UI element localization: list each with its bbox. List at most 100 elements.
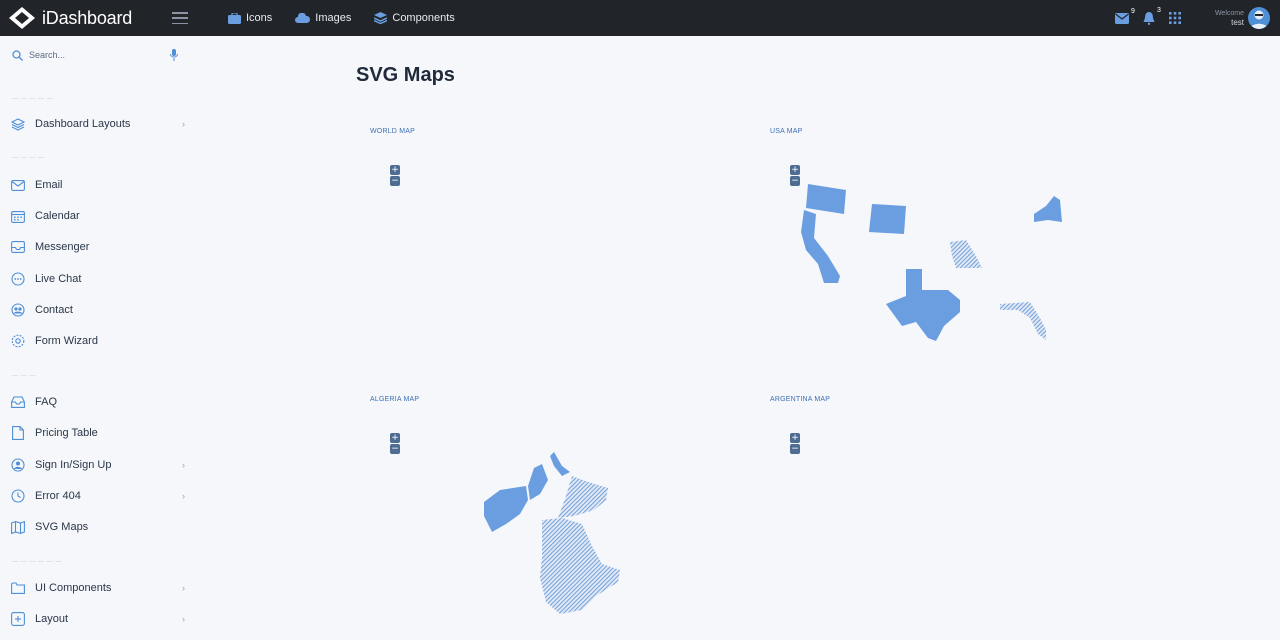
sidebar-item-layout[interactable]: Layout › [10, 609, 185, 629]
folder-icon [10, 580, 26, 596]
sidebar-item-messenger[interactable]: Messenger [10, 237, 185, 257]
mail-count-badge: 9 [1131, 7, 1135, 15]
chevron-right-icon: › [182, 119, 185, 129]
inbox-icon [10, 239, 26, 255]
sidebar-item-live-chat[interactable]: Live Chat [10, 269, 185, 289]
chevron-right-icon: › [182, 583, 185, 593]
apps-button[interactable] [1168, 12, 1181, 24]
users-icon [10, 302, 26, 318]
usa-map[interactable] [756, 128, 1136, 378]
state-oregon[interactable] [806, 184, 846, 214]
province-south[interactable] [540, 518, 620, 614]
sidebar-item-dashboard-layouts[interactable]: Dashboard Layouts › [10, 114, 185, 134]
top-navigation: Icons Images Components [228, 12, 478, 24]
sidebar-item-pricing-table[interactable]: Pricing Table [10, 423, 185, 443]
sidebar-item-calendar[interactable]: Calendar [10, 206, 185, 226]
sidebar-item-label: Live Chat [35, 273, 82, 285]
microphone-icon[interactable] [170, 49, 178, 61]
sidebar-item-label: Contact [35, 304, 73, 316]
state-missouri[interactable] [950, 240, 982, 268]
zoom-controls: + − [390, 165, 400, 187]
sidebar-item-sign-in-sign-up[interactable]: Sign In/Sign Up › [10, 455, 185, 475]
sidebar-item-error-404[interactable]: Error 404 › [10, 486, 185, 506]
search-bar[interactable]: Search... [12, 46, 178, 64]
state-california[interactable] [801, 210, 840, 283]
topnav-icons-label: Icons [246, 12, 273, 24]
add-square-icon [10, 611, 26, 627]
briefcase-icon [228, 12, 241, 24]
map-title: ARGENTINA MAP [770, 396, 831, 403]
envelope-icon [10, 177, 26, 193]
layers-icon [10, 116, 26, 132]
sidebar-item-ui-components[interactable]: UI Components › [10, 578, 185, 598]
chevron-right-icon: › [182, 614, 185, 624]
world-map-card: WORLD MAP + − [356, 128, 736, 378]
page-title: SVG Maps [356, 64, 455, 86]
map-icon [10, 519, 26, 535]
zoom-out-button[interactable]: − [390, 176, 400, 186]
sidebar-item-label: Email [35, 179, 63, 191]
cloud-icon [295, 13, 311, 23]
tray-icon [10, 394, 26, 410]
brand[interactable]: iDashboard [8, 6, 166, 30]
sidebar-item-label: Calendar [35, 210, 80, 222]
search-input[interactable]: Search... [29, 50, 170, 60]
top-navbar: iDashboard Icons Images Components 9 3 W… [0, 0, 1280, 36]
sidebar-item-form-wizard[interactable]: Form Wizard [10, 331, 185, 351]
province-northeast[interactable] [558, 476, 608, 518]
sidebar-item-email[interactable]: Email [10, 175, 185, 195]
sidebar-section-heading: — — — — — [12, 96, 54, 102]
sidebar-item-label: Layout [35, 613, 69, 625]
zoom-in-button[interactable]: + [790, 433, 800, 443]
topnav-components-label: Components [392, 12, 455, 24]
topnav-images[interactable]: Images [295, 12, 351, 24]
sidebar-item-label: Sign In/Sign Up [35, 459, 112, 471]
envelope-icon [1114, 12, 1129, 24]
state-new-york[interactable] [1034, 196, 1062, 222]
province-north[interactable] [550, 452, 570, 476]
sidebar-item-label: FAQ [35, 396, 58, 408]
topnav-components[interactable]: Components [374, 12, 455, 24]
topnav-icons[interactable]: Icons [228, 12, 272, 24]
user-menu[interactable]: Welcome test [1215, 9, 1244, 27]
state-texas[interactable] [886, 269, 960, 341]
sidebar-toggle-button[interactable] [172, 12, 188, 24]
user-icon [10, 457, 26, 473]
sidebar-item-svg-maps[interactable]: SVG Maps [10, 517, 185, 537]
brand-name: iDashboard [42, 7, 133, 28]
argentina-map-card: ARGENTINA MAP + − [756, 396, 1136, 640]
notifications-button[interactable]: 3 [1143, 7, 1161, 25]
sidebar-section-heading: — — — — — — [12, 559, 62, 565]
state-wyoming[interactable] [869, 204, 906, 234]
zoom-in-button[interactable]: + [390, 165, 400, 175]
user-name: test [1231, 18, 1244, 27]
province-northwest[interactable] [528, 464, 548, 500]
document-icon [10, 425, 26, 441]
state-florida[interactable] [1000, 302, 1046, 340]
sidebar-section-heading: — — — [12, 373, 36, 379]
province-west[interactable] [484, 486, 528, 532]
mail-button[interactable]: 9 [1114, 8, 1135, 24]
user-avatar-icon [1250, 10, 1268, 29]
calendar-icon [10, 208, 26, 224]
algeria-map[interactable] [356, 396, 736, 640]
sidebar-item-label: Messenger [35, 241, 90, 253]
zoom-out-button[interactable]: − [790, 444, 800, 454]
brand-logo-icon [9, 7, 35, 29]
chat-icon [10, 271, 26, 287]
sidebar-item-label: Form Wizard [35, 335, 98, 347]
chevron-right-icon: › [182, 460, 185, 470]
search-icon [12, 49, 23, 61]
map-title: WORLD MAP [370, 128, 415, 135]
apps-grid-icon [1168, 12, 1181, 24]
sidebar-item-faq[interactable]: FAQ [10, 392, 185, 412]
sidebar-item-label: Pricing Table [35, 427, 98, 439]
topnav-images-label: Images [315, 12, 352, 24]
zoom-controls: + − [790, 433, 800, 455]
sidebar-item-contact[interactable]: Contact [10, 300, 185, 320]
sidebar-item-label: UI Components [35, 582, 112, 594]
sidebar: Search... — — — — — Dashboard Layouts › … [0, 36, 200, 640]
notification-count-badge: 3 [1157, 6, 1161, 14]
avatar[interactable] [1248, 7, 1270, 29]
sidebar-item-label: Dashboard Layouts [35, 118, 131, 130]
